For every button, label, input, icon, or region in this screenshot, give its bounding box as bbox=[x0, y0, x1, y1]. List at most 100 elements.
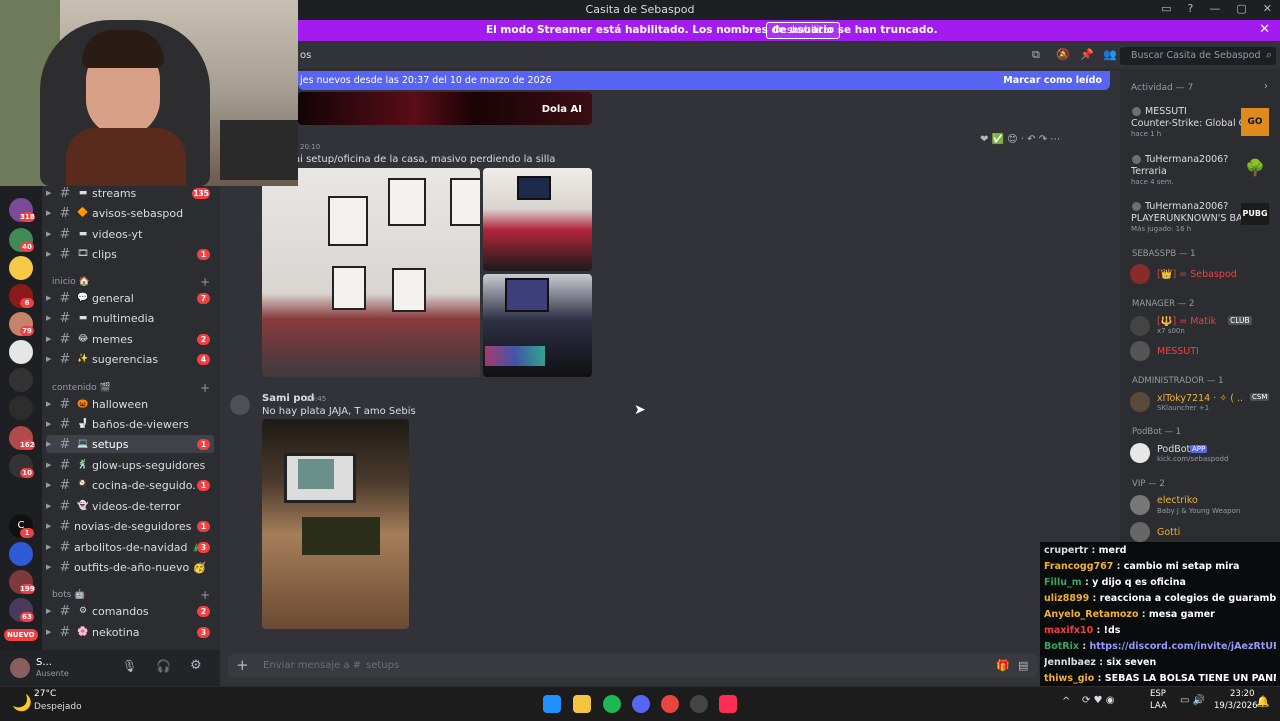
add-channel-icon[interactable]: + bbox=[200, 588, 210, 602]
embed-image[interactable]: Dola AI bbox=[298, 92, 592, 125]
member-name[interactable]: MESSUTI bbox=[1157, 346, 1267, 357]
channel-glow-ups[interactable]: ▶ # 🕺 glow-ups-seguidores bbox=[46, 456, 214, 474]
server-icon[interactable] bbox=[9, 484, 33, 508]
activity-user[interactable]: TuHermana2006? bbox=[1145, 201, 1235, 212]
channel-clips[interactable]: ▶ # 🎞 clips 1 bbox=[46, 245, 214, 263]
maximize-button[interactable]: ▢ bbox=[1236, 2, 1246, 15]
category-contenido[interactable]: contenido 🎬 + bbox=[52, 381, 210, 395]
message-composer[interactable]: + Enviar mensaje a # setups 🎁 ▤ bbox=[228, 654, 1038, 678]
channel-nekotina[interactable]: ▶ # 🌸 nekotina 3 bbox=[46, 623, 214, 641]
add-channel-icon[interactable]: + bbox=[200, 275, 210, 289]
member-name[interactable]: xlToky7214 · ✧ ( ... bbox=[1157, 393, 1243, 404]
headphones-icon[interactable]: 🎧 bbox=[156, 659, 171, 673]
tray-chevron-icon[interactable]: ^ bbox=[1062, 696, 1070, 707]
microphone-icon[interactable]: 🎙 bbox=[122, 659, 137, 673]
channel-multimedia[interactable]: ▶ # ▬ multimedia bbox=[46, 309, 214, 327]
server-folder-icon[interactable] bbox=[9, 542, 33, 566]
server-icon[interactable] bbox=[9, 368, 33, 392]
member-name[interactable]: PodBot bbox=[1157, 444, 1190, 455]
channel-streams[interactable]: ▶ # ▬ streams 135 bbox=[46, 184, 214, 202]
obs-icon[interactable] bbox=[690, 695, 708, 713]
avatar[interactable] bbox=[1130, 341, 1150, 361]
discord-icon[interactable] bbox=[632, 695, 650, 713]
notification-bell-icon[interactable]: 🔔 bbox=[1256, 695, 1270, 708]
pin-icon[interactable]: 📌 bbox=[1080, 48, 1094, 61]
channel-avisos[interactable]: ▶ # 🔶 avisos-sebaspod bbox=[46, 204, 214, 222]
channel-emoji: 💬 bbox=[77, 293, 89, 303]
channel-novias[interactable]: ▶ # novias-de-seguidores 1 bbox=[46, 517, 214, 535]
channel-memes[interactable]: ▶ # 😂 memes 2 bbox=[46, 330, 214, 348]
chrome-icon[interactable] bbox=[661, 695, 679, 713]
server-icon[interactable] bbox=[9, 340, 33, 364]
server-icon[interactable] bbox=[9, 396, 33, 420]
close-button[interactable]: ✕ bbox=[1263, 2, 1272, 15]
channel-videos-terror[interactable]: ▶ # 👻 videos-de-terror bbox=[46, 497, 214, 515]
clock-time[interactable]: 23:20 bbox=[1230, 689, 1255, 699]
setup-photo-main[interactable] bbox=[262, 168, 480, 377]
avatar[interactable] bbox=[1130, 316, 1150, 336]
channel-cocina[interactable]: ▶ # 🍳 cocina-de-seguido... 1 bbox=[46, 476, 214, 494]
channel-banos[interactable]: ▶ # 🚽 baños-de-viewers bbox=[46, 415, 214, 433]
avatar[interactable] bbox=[1132, 107, 1141, 116]
channel-general[interactable]: ▶ # 💬 general 7 bbox=[46, 289, 214, 307]
tray-icons[interactable]: ⟳ ♥ ◉ bbox=[1082, 695, 1114, 706]
avatar[interactable] bbox=[1130, 443, 1150, 463]
members-icon[interactable]: 👥 bbox=[1103, 48, 1117, 61]
weather-temp[interactable]: 27°C bbox=[34, 689, 56, 699]
channel-arbolitos[interactable]: ▶ # arbolitos-de-navidad 🎄 3 bbox=[46, 538, 214, 556]
mute-bell-icon[interactable]: 🔕 bbox=[1056, 48, 1070, 61]
activity-user[interactable]: MESSUTI bbox=[1145, 106, 1235, 117]
gif-icon[interactable]: ▤ bbox=[1018, 659, 1028, 672]
inbox-icon[interactable]: ▭ bbox=[1161, 2, 1171, 15]
help-icon[interactable]: ? bbox=[1188, 2, 1194, 15]
avatar[interactable] bbox=[1130, 495, 1150, 515]
app-icon[interactable] bbox=[719, 695, 737, 713]
server-icon[interactable] bbox=[9, 256, 33, 280]
avatar[interactable] bbox=[1132, 155, 1141, 164]
user-name[interactable]: S... bbox=[36, 657, 52, 668]
threads-icon[interactable]: ⧉ bbox=[1032, 48, 1040, 62]
category-bots[interactable]: bots 🤖 + bbox=[52, 588, 210, 602]
region-indicator[interactable]: LAA bbox=[1150, 701, 1167, 711]
user-avatar[interactable] bbox=[10, 658, 30, 678]
category-inicio[interactable]: inicio 🏠 + bbox=[52, 275, 210, 289]
member-name[interactable]: [👑] = Sebaspod bbox=[1157, 269, 1275, 280]
avatar[interactable] bbox=[1130, 392, 1150, 412]
channel-comandos[interactable]: ▶ # ⚙ comandos 2 bbox=[46, 602, 214, 620]
language-indicator[interactable]: ESP bbox=[1150, 689, 1166, 699]
channel-setups[interactable]: ▶ # 💻 setups 1 bbox=[46, 435, 214, 453]
add-attachment-icon[interactable]: + bbox=[236, 656, 249, 674]
avatar[interactable] bbox=[1132, 202, 1141, 211]
start-menu-icon[interactable] bbox=[543, 695, 561, 713]
channel-outfits[interactable]: ▶ # outfits-de-año-nuevo 🥳 bbox=[46, 558, 214, 576]
add-channel-icon[interactable]: + bbox=[200, 381, 210, 395]
new-messages-bar[interactable]: jes nuevos desde las 20:37 del 10 de mar… bbox=[298, 71, 1110, 90]
channel-halloween[interactable]: ▶ # 🎃 halloween bbox=[46, 395, 214, 413]
member-name[interactable]: electriko bbox=[1157, 495, 1198, 506]
message-photo[interactable] bbox=[262, 419, 409, 629]
weather-desc[interactable]: Despejado bbox=[34, 702, 82, 712]
close-icon[interactable]: ✕ bbox=[1259, 22, 1270, 37]
clock-date[interactable]: 19/3/2026 bbox=[1214, 701, 1258, 711]
spotify-icon[interactable] bbox=[603, 695, 621, 713]
setup-photo-keyboard[interactable] bbox=[483, 274, 592, 377]
disable-streamer-button[interactable]: Deshabilitar bbox=[766, 22, 841, 39]
search-input[interactable]: Buscar Casita de Sebaspod ⌕ bbox=[1120, 47, 1276, 65]
setup-photo-desk[interactable] bbox=[483, 168, 592, 271]
settings-gear-icon[interactable]: ⚙ bbox=[190, 658, 202, 673]
channel-videos-yt[interactable]: ▶ # ▬ videos-yt bbox=[46, 225, 214, 243]
avatar[interactable] bbox=[1130, 264, 1150, 284]
member-name[interactable]: [🔱] = Matik bbox=[1157, 316, 1227, 327]
member-name[interactable]: Gotti bbox=[1157, 527, 1180, 538]
channel-sugerencias[interactable]: ▶ # ✨ sugerencias 4 bbox=[46, 350, 214, 368]
network-volume-icons[interactable]: ▭ 🔊 bbox=[1180, 695, 1205, 706]
minimize-button[interactable]: — bbox=[1209, 2, 1220, 15]
avatar[interactable] bbox=[230, 395, 250, 415]
activity-user[interactable]: TuHermana2006? bbox=[1145, 154, 1235, 165]
chevron-right-icon[interactable]: › bbox=[1264, 81, 1268, 92]
gift-icon[interactable]: 🎁 bbox=[996, 659, 1010, 672]
message-actions[interactable]: ❤ ✅ 😊 · ↶ ↷ ⋯ bbox=[980, 134, 1060, 145]
file-explorer-icon[interactable] bbox=[573, 695, 591, 713]
avatar[interactable] bbox=[1130, 522, 1150, 542]
mark-as-read-button[interactable]: Marcar como leído bbox=[1003, 75, 1102, 86]
